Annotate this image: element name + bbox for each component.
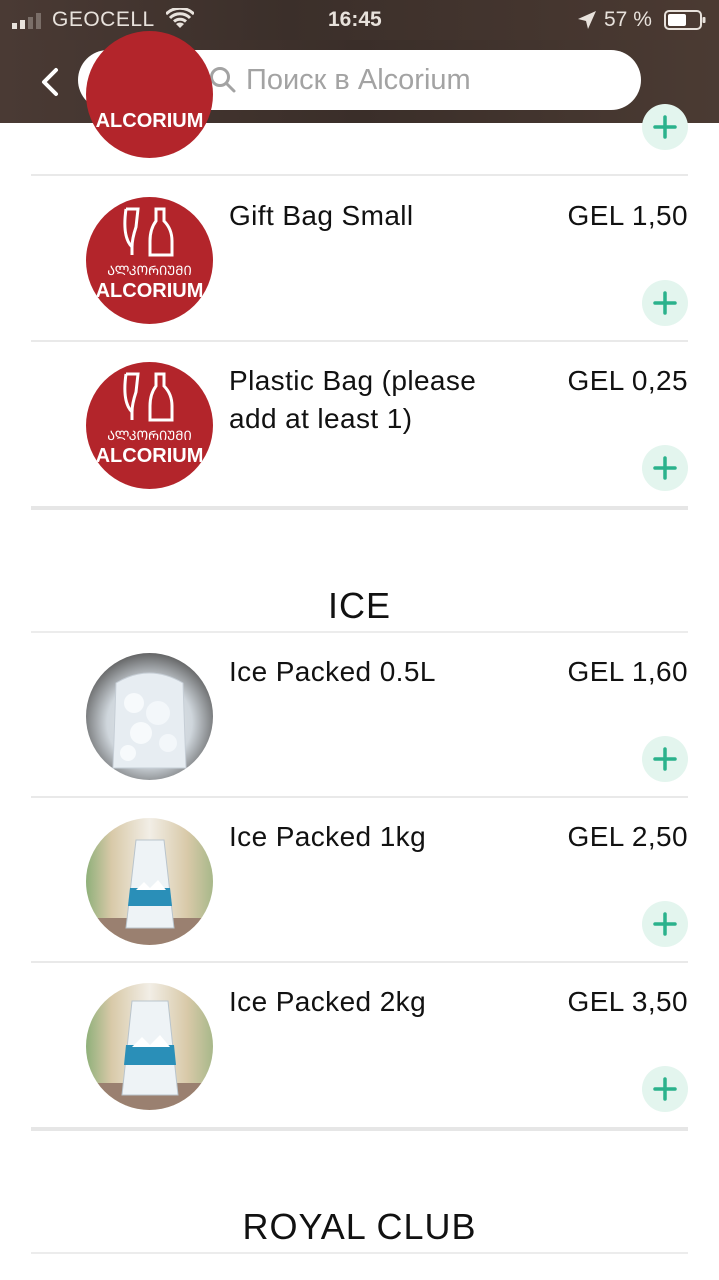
ice-bag-image (86, 818, 213, 945)
plus-icon (653, 291, 677, 315)
product-name: Ice Packed 1kg (229, 821, 427, 852)
divider (31, 1252, 688, 1254)
add-button[interactable] (642, 736, 688, 782)
product-price: GEL 1,50 (567, 200, 688, 231)
list-item[interactable]: Ice Packed 0.5L GEL 1,60 (31, 633, 688, 798)
plus-icon (653, 747, 677, 771)
svg-text:ᲐᲚᲙᲝᲠᲘᲣᲛᲘ: ᲐᲚᲙᲝᲠᲘᲣᲛᲘ (107, 263, 192, 278)
product-price: GEL 1,60 (567, 656, 688, 687)
list-item[interactable]: Ice Packed 2kg GEL 3,50 (31, 963, 688, 1128)
alcorium-logo: ᲐᲚᲙᲝᲠᲘᲣᲛᲘ ALCORIUM (86, 197, 213, 324)
ice-bag-image (86, 983, 213, 1110)
add-button[interactable] (642, 104, 688, 150)
list-item-partial[interactable]: ALCORIUM (31, 11, 688, 176)
add-button[interactable] (642, 445, 688, 491)
product-price: GEL 0,25 (567, 365, 688, 396)
list-item[interactable]: Ice Packed 1kg GEL 2,50 (31, 798, 688, 963)
product-name: Gift Bag Small (229, 200, 414, 231)
section-title-royal-club: ROYAL CLUB (242, 1206, 477, 1247)
section-divider (31, 506, 688, 510)
list-item[interactable]: ᲐᲚᲙᲝᲠᲘᲣᲛᲘ ALCORIUM Plastic Bag (please a… (31, 342, 688, 507)
product-name: Ice Packed 0.5L (229, 656, 436, 687)
alcorium-logo: ᲐᲚᲙᲝᲠᲘᲣᲛᲘ ALCORIUM (86, 362, 213, 489)
svg-text:ᲐᲚᲙᲝᲠᲘᲣᲛᲘ: ᲐᲚᲙᲝᲠᲘᲣᲛᲘ (107, 428, 192, 443)
plus-icon (653, 1077, 677, 1101)
svg-text:ALCORIUM: ALCORIUM (96, 445, 204, 467)
svg-text:ALCORIUM: ALCORIUM (96, 110, 204, 132)
add-button[interactable] (642, 280, 688, 326)
section-divider (31, 1127, 688, 1131)
ice-bag-image (86, 653, 213, 780)
plus-icon (653, 456, 677, 480)
section-title-ice: ICE (327, 585, 391, 626)
add-button[interactable] (642, 1066, 688, 1112)
product-price: GEL 2,50 (567, 821, 688, 852)
plus-icon (653, 912, 677, 936)
list-item[interactable]: ᲐᲚᲙᲝᲠᲘᲣᲛᲘ ALCORIUM Gift Bag Small GEL 1,… (31, 177, 688, 342)
product-name: Ice Packed 2kg (229, 986, 427, 1017)
product-price: GEL 3,50 (567, 986, 688, 1017)
product-name: Plastic Bag (please add at least 1) (229, 365, 477, 434)
alcorium-logo: ALCORIUM (86, 31, 213, 158)
svg-text:ALCORIUM: ALCORIUM (96, 280, 204, 302)
plus-icon (653, 115, 677, 139)
add-button[interactable] (642, 901, 688, 947)
